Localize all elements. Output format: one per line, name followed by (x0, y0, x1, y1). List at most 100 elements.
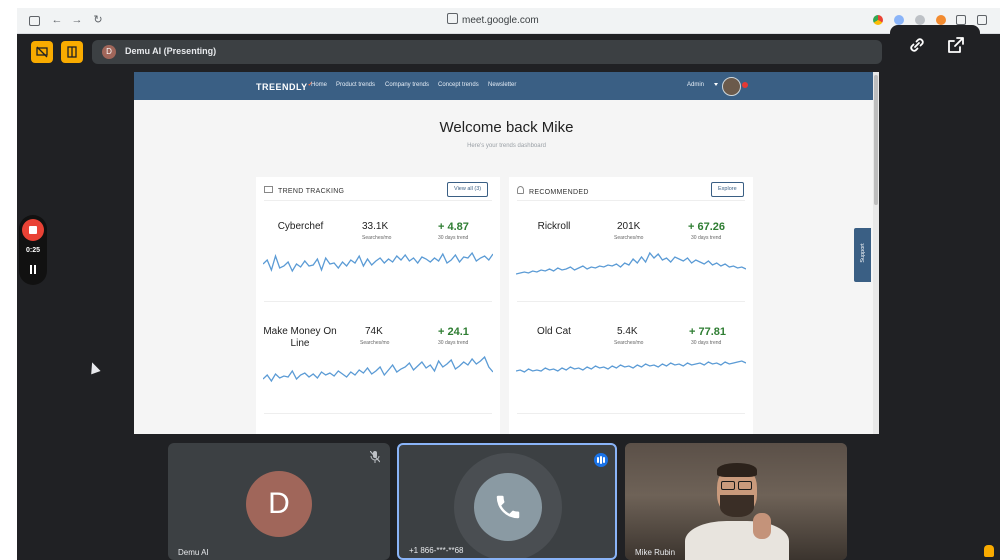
trend-tracking-card: TREND TRACKING View all (3) Cyberchef 33… (256, 177, 500, 434)
searches-label: Searches/mo (614, 235, 644, 241)
app-logo[interactable]: TREENDLY✓ (256, 81, 313, 92)
scrollbar-thumb[interactable] (874, 75, 878, 205)
support-label: Support (860, 243, 866, 263)
profile-icon[interactable] (894, 15, 904, 25)
extension-icon[interactable] (915, 15, 925, 25)
layout-icon (67, 46, 77, 58)
trend-item[interactable]: Make Money On Line 74K Searches/mo + 24.… (256, 307, 500, 407)
layout-button[interactable] (61, 41, 83, 63)
trend-change-label: 30 days trend (691, 340, 722, 346)
nav-product-trends[interactable]: Product trends (336, 82, 375, 88)
welcome-subtitle: Here's your trends dashboard (467, 143, 546, 149)
card-title: TREND TRACKING (278, 188, 345, 195)
searches-label: Searches/mo (614, 340, 644, 346)
open-in-new-icon[interactable] (945, 34, 967, 56)
searches-label: Searches/mo (360, 340, 390, 346)
glasses (721, 481, 753, 490)
divider (517, 413, 745, 414)
welcome-title: Welcome back Mike (439, 119, 574, 136)
person-video-figure (685, 521, 789, 560)
nav-newsletter[interactable]: Newsletter (488, 82, 516, 88)
recording-timer: 0:25 (25, 247, 40, 254)
sparkline (263, 251, 493, 273)
sparkline-path (263, 355, 493, 383)
trend-change-label: 30 days trend (438, 340, 469, 346)
card-title: RECOMMENDED (529, 189, 589, 196)
sparkline-path (516, 251, 746, 275)
trend-name: Cyberchef (277, 221, 324, 232)
pause-icon[interactable] (29, 265, 37, 274)
explore-button[interactable]: Explore (711, 182, 744, 197)
participant-tile-active[interactable]: +1 866-***-**68 (397, 443, 617, 560)
recording-widget: 0:25 (19, 215, 47, 285)
view-all-button[interactable]: View all (3) (447, 182, 489, 197)
sidebar-toggle-icon[interactable] (29, 16, 40, 26)
presenter-banner: D Demu AI (Presenting) (92, 40, 882, 64)
app-navbar: TREENDLY✓ Home Product trends Company tr… (134, 72, 879, 100)
nav-concept-trends[interactable]: Concept trends (438, 82, 479, 88)
chrome-extension-icon[interactable] (873, 15, 883, 25)
browser-toolbar: ← → ↻ meet.google.com (17, 8, 1000, 34)
stop-presenting-button[interactable] (31, 41, 53, 63)
sparkline (516, 251, 746, 275)
card-header: RECOMMENDED (517, 186, 589, 196)
recommended-card: RECOMMENDED Explore Rickroll 201K Search… (509, 177, 753, 434)
participant-tile[interactable]: Mike Rubin (625, 443, 847, 560)
meet-window: ← → ↻ meet.google.com D Demu AI (Present… (17, 8, 1000, 560)
link-icon[interactable] (906, 34, 928, 56)
participant-name: +1 866-***-**68 (409, 546, 464, 555)
raise-hand-icon[interactable] (984, 545, 994, 557)
mouse-cursor-icon (87, 360, 101, 375)
sparkline (516, 360, 746, 373)
back-icon[interactable]: ← (51, 14, 63, 26)
trend-change-label: 30 days trend (691, 235, 722, 241)
participant-name: Mike Rubin (635, 548, 676, 557)
nav-company-trends[interactable]: Company trends (385, 82, 429, 88)
scrollbar[interactable] (873, 72, 879, 434)
divider (264, 413, 492, 414)
caret-down-icon[interactable] (714, 83, 718, 86)
presenter-avatar: D (102, 45, 116, 59)
trend-searches: 74K (365, 326, 383, 337)
sparkline-path (263, 251, 493, 273)
trend-change: + 67.26 (688, 221, 726, 233)
notification-badge[interactable] (742, 82, 748, 88)
reload-icon[interactable]: ↻ (92, 14, 104, 26)
divider (517, 200, 745, 201)
trend-item[interactable]: Cyberchef 33.1K Searches/mo + 4.87 30 da… (256, 202, 500, 302)
trend-change: + 77.81 (689, 326, 727, 338)
divider (264, 200, 492, 201)
forward-icon[interactable]: → (71, 14, 83, 26)
divider (517, 301, 745, 302)
card-header: TREND TRACKING (264, 186, 344, 195)
user-avatar[interactable] (722, 77, 741, 96)
link-icon (447, 13, 458, 24)
trend-change: + 4.87 (438, 221, 469, 233)
url-text: meet.google.com (462, 15, 539, 26)
address-bar[interactable]: meet.google.com (447, 13, 539, 28)
divider (264, 301, 492, 302)
searches-label: Searches/mo (362, 235, 392, 241)
person-hair (717, 463, 757, 477)
trend-item[interactable]: Rickroll 201K Searches/mo + 67.26 30 day… (509, 202, 753, 302)
admin-menu[interactable]: Admin (687, 82, 704, 88)
trend-icon (264, 186, 273, 193)
logo-text: TREENDLY (256, 82, 308, 92)
stop-recording-button[interactable] (22, 219, 44, 241)
trend-change: + 24.1 (438, 326, 469, 338)
person-hand (753, 513, 771, 539)
share-icon[interactable] (956, 15, 966, 25)
shared-screen: TREENDLY✓ Home Product trends Company tr… (134, 72, 879, 434)
support-tab[interactable]: Support (854, 228, 871, 282)
trend-item[interactable]: Old Cat 5.4K Searches/mo + 77.81 30 days… (509, 307, 753, 407)
phone-icon (496, 495, 520, 519)
trend-searches: 201K (617, 221, 641, 232)
sparkline (263, 355, 493, 383)
trend-name: Make Money On Line (263, 326, 337, 349)
tabs-icon[interactable] (977, 15, 987, 25)
phone-avatar (474, 473, 542, 541)
extension-icon-orange[interactable] (936, 15, 946, 25)
nav-home[interactable]: Home (311, 82, 327, 88)
trend-searches: 33.1K (362, 221, 389, 232)
participant-tile[interactable]: D Demu AI (168, 443, 390, 560)
